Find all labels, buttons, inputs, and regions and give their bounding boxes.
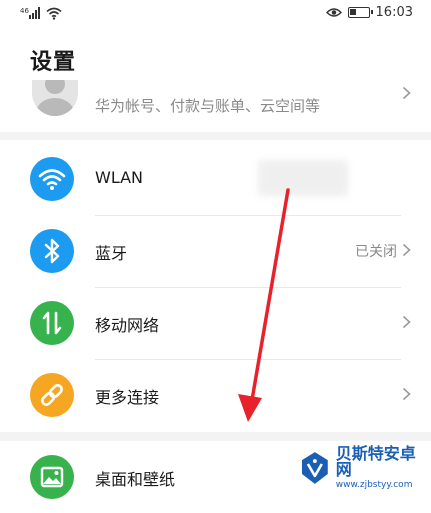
- watermark-logo-icon: [301, 452, 328, 484]
- watermark-title: 贝斯特安卓网: [335, 444, 416, 479]
- annotation-arrow-icon: [238, 188, 290, 422]
- watermark: 贝斯特安卓网 www.zjbstyy.com: [298, 446, 431, 490]
